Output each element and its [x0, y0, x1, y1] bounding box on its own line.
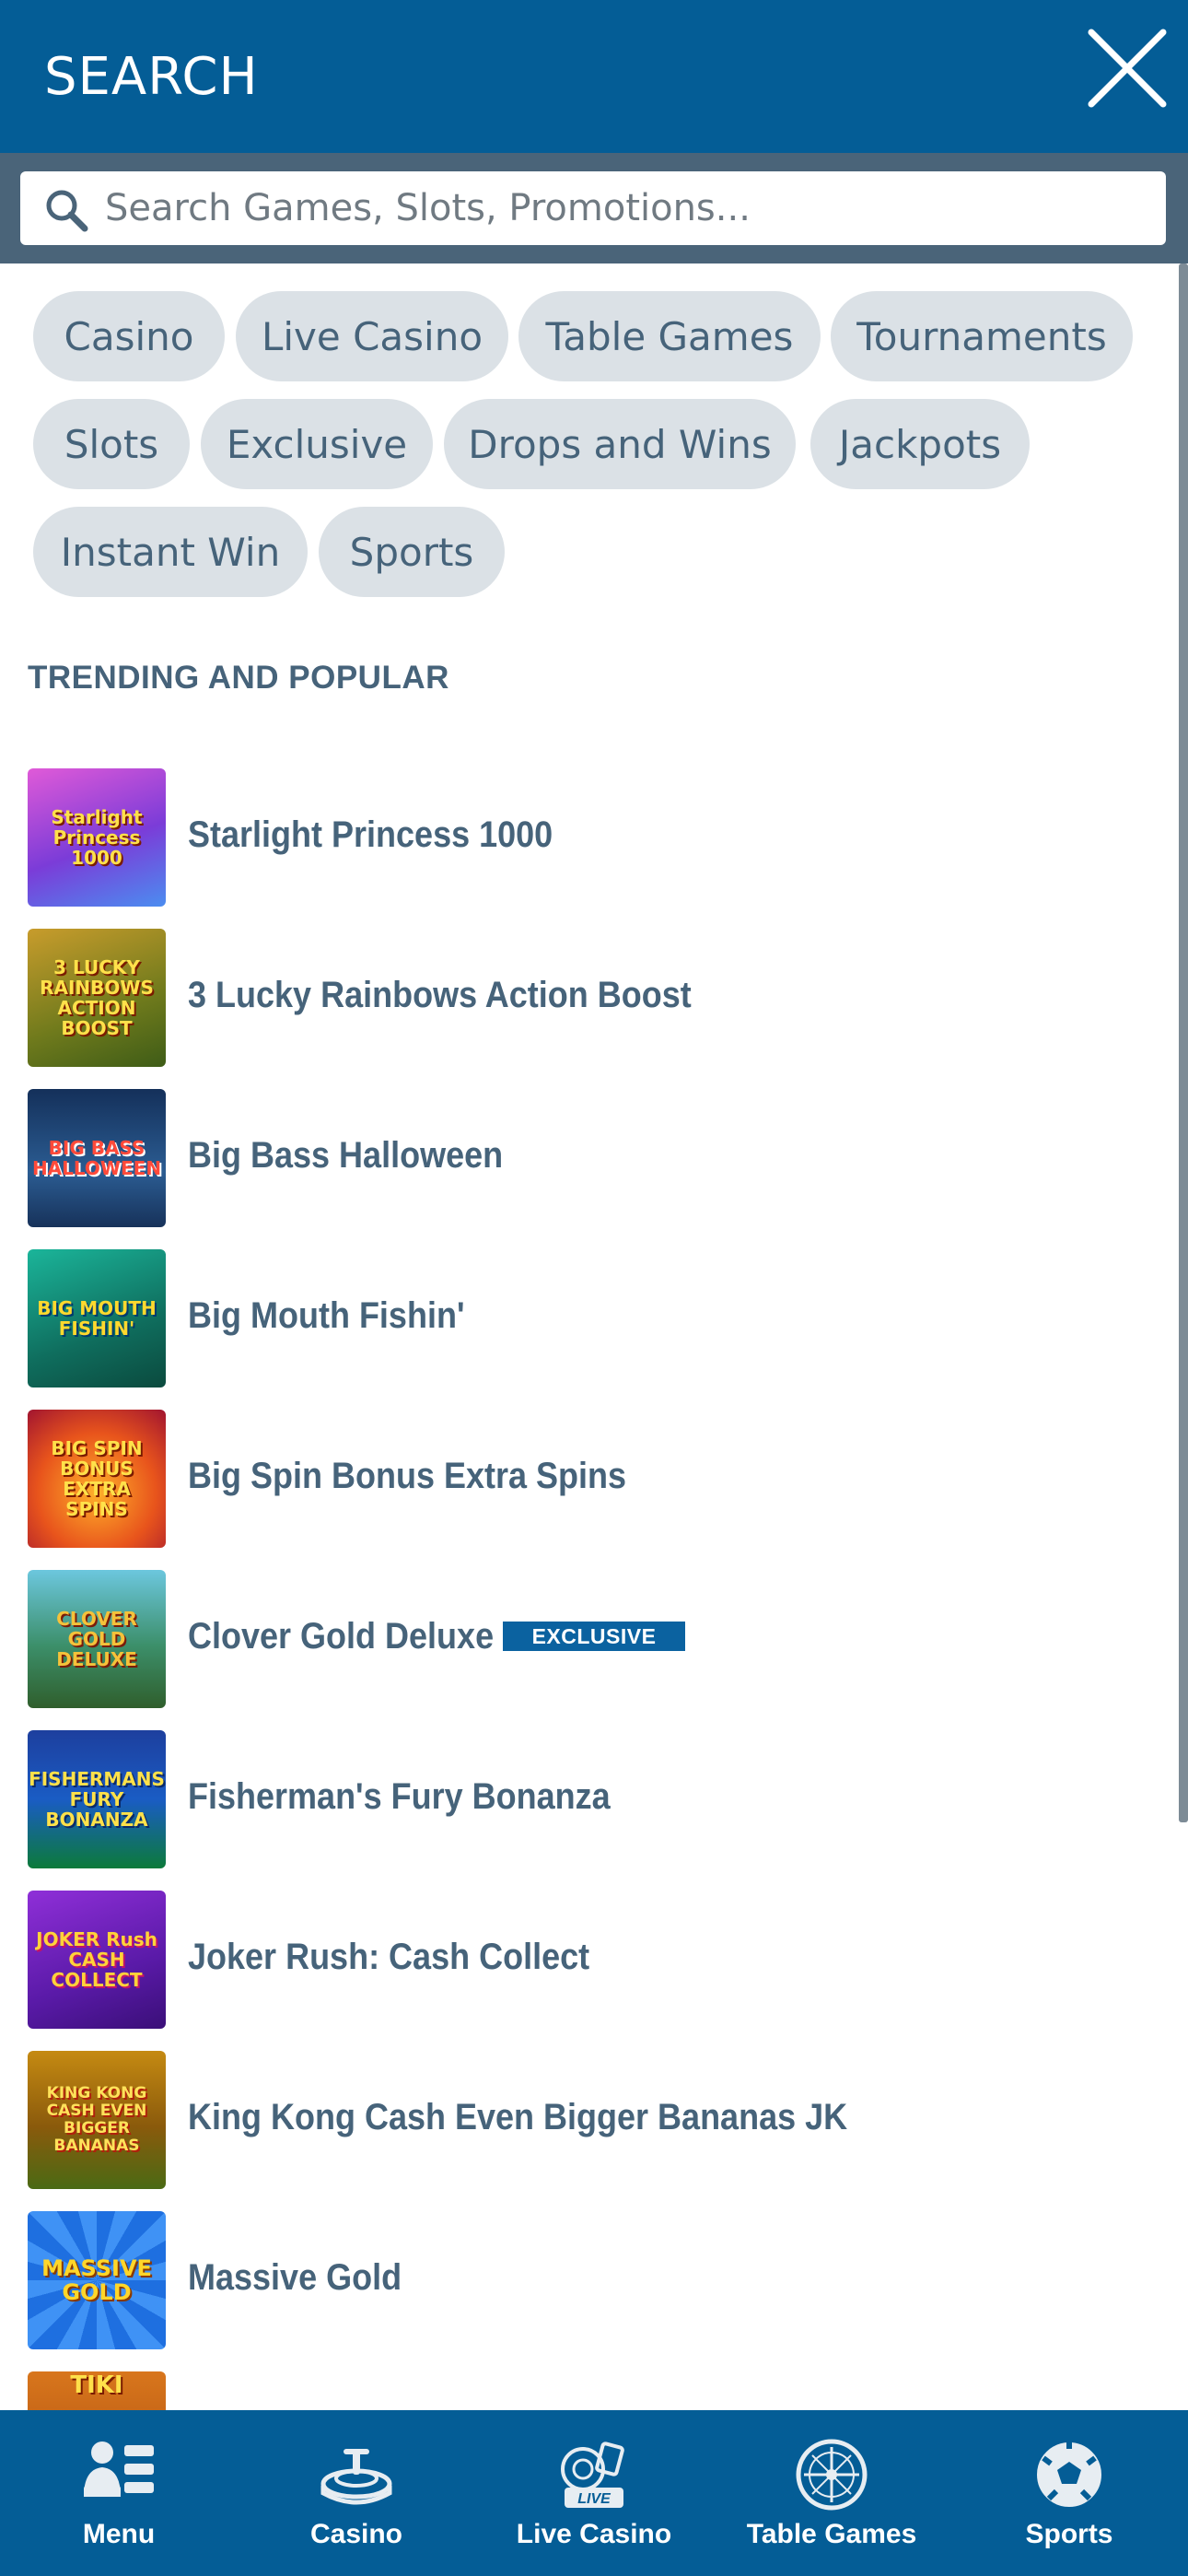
game-thumbnail: 3 LUCKY RAINBOWS ACTION BOOST — [28, 929, 166, 1067]
game-title: Big Spin Bonus Extra Spins — [188, 1456, 627, 1496]
game-title: 3 Lucky Rainbows Action Boost — [188, 975, 692, 1015]
nav-live-casino[interactable]: LIVE Live Casino — [475, 2410, 713, 2576]
casino-icon — [320, 2449, 392, 2505]
chip-live-casino[interactable]: Live Casino — [236, 291, 508, 381]
nav-menu[interactable]: Menu — [0, 2410, 238, 2576]
nav-label: Sports — [1025, 2519, 1113, 2549]
nav-label: Table Games — [746, 2519, 917, 2549]
chip-table-games[interactable]: Table Games — [518, 291, 821, 381]
list-item[interactable]: KING KONG CASH EVEN BIGGER BANANAS King … — [28, 2051, 1160, 2189]
sports-icon — [1035, 2441, 1103, 2509]
nav-sports[interactable]: Sports — [950, 2410, 1188, 2576]
list-item[interactable]: BIG MOUTH FISHIN' Big Mouth Fishin' — [28, 1249, 1160, 1388]
game-title: Starlight Princess 1000 — [188, 814, 553, 855]
game-title: Big Mouth Fishin' — [188, 1295, 465, 1336]
game-thumbnail: Starlight Princess 1000 — [28, 768, 166, 907]
nav-table-games[interactable]: Table Games — [713, 2410, 950, 2576]
nav-label: Casino — [309, 2519, 403, 2549]
list-item[interactable]: 3 LUCKY RAINBOWS ACTION BOOST 3 Lucky Ra… — [28, 929, 1160, 1067]
game-thumbnail: MASSIVE GOLD — [28, 2211, 166, 2349]
live-casino-icon: LIVE — [561, 2441, 624, 2508]
game-thumbnail: JOKER Rush CASH COLLECT — [28, 1891, 166, 2029]
list-item[interactable]: BIG BASS HALLOWEEN Big Bass Halloween — [28, 1089, 1160, 1227]
list-item[interactable]: Starlight Princess 1000 Starlight Prince… — [28, 768, 1160, 907]
menu-icon — [84, 2441, 154, 2497]
nav-casino[interactable]: Casino — [238, 2410, 475, 2576]
game-title: Clover Gold Deluxe — [188, 1616, 495, 1657]
game-thumbnail: BIG MOUTH FISHIN' — [28, 1249, 166, 1388]
page-title: SEARCH — [44, 47, 259, 107]
chip-sports[interactable]: Sports — [319, 507, 505, 597]
close-button[interactable] — [1081, 22, 1173, 114]
list-item[interactable]: CLOVER GOLD DELUXE Clover Gold Deluxe EX… — [28, 1570, 1160, 1708]
svg-text:LIVE: LIVE — [577, 2491, 611, 2507]
list-item[interactable]: BIG SPIN BONUS EXTRA SPINS Big Spin Bonu… — [28, 1410, 1160, 1548]
table-games-icon — [796, 2439, 868, 2511]
list-item[interactable]: FISHERMANS FURY BONANZA Fisherman's Fury… — [28, 1730, 1160, 1868]
game-title: King Kong Cash Even Bigger Bananas JK — [188, 2097, 848, 2137]
game-title: Joker Rush: Cash Collect — [188, 1937, 590, 1977]
search-icon — [46, 190, 88, 232]
game-thumbnail: BIG BASS HALLOWEEN — [28, 1089, 166, 1227]
game-title: Fisherman's Fury Bonanza — [188, 1776, 611, 1817]
section-title: TRENDING AND POPULAR — [28, 660, 449, 696]
chip-drops-and-wins[interactable]: Drops and Wins — [444, 399, 796, 489]
game-thumbnail: CLOVER GOLD DELUXE — [28, 1570, 166, 1708]
chip-instant-win[interactable]: Instant Win — [33, 507, 308, 597]
search-bar — [0, 153, 1188, 263]
search-input[interactable] — [105, 179, 1146, 238]
chip-jackpots[interactable]: Jackpots — [810, 399, 1030, 489]
game-title: Massive Gold — [188, 2257, 402, 2298]
game-thumbnail: BIG SPIN BONUS EXTRA SPINS — [28, 1410, 166, 1548]
list-item[interactable]: JOKER Rush CASH COLLECT Joker Rush: Cash… — [28, 1891, 1160, 2029]
nav-label: Menu — [82, 2519, 156, 2549]
game-title: Big Bass Halloween — [188, 1135, 504, 1176]
bottom-nav: Menu Casino LIVE Live Casino Table Games… — [0, 2410, 1188, 2576]
chip-exclusive[interactable]: Exclusive — [201, 399, 433, 489]
chip-tournaments[interactable]: Tournaments — [831, 291, 1133, 381]
search-header: SEARCH — [0, 0, 1188, 153]
chip-slots[interactable]: Slots — [33, 399, 190, 489]
exclusive-badge: EXCLUSIVE — [503, 1622, 685, 1651]
list-item[interactable]: MASSIVE GOLD Massive Gold — [28, 2211, 1160, 2349]
scrollbar[interactable] — [1179, 263, 1188, 1822]
nav-label: Live Casino — [516, 2519, 672, 2549]
game-thumbnail: KING KONG CASH EVEN BIGGER BANANAS — [28, 2051, 166, 2189]
chip-casino[interactable]: Casino — [33, 291, 225, 381]
close-icon — [1088, 29, 1167, 108]
search-field[interactable] — [20, 171, 1166, 245]
game-thumbnail: FISHERMANS FURY BONANZA — [28, 1730, 166, 1868]
